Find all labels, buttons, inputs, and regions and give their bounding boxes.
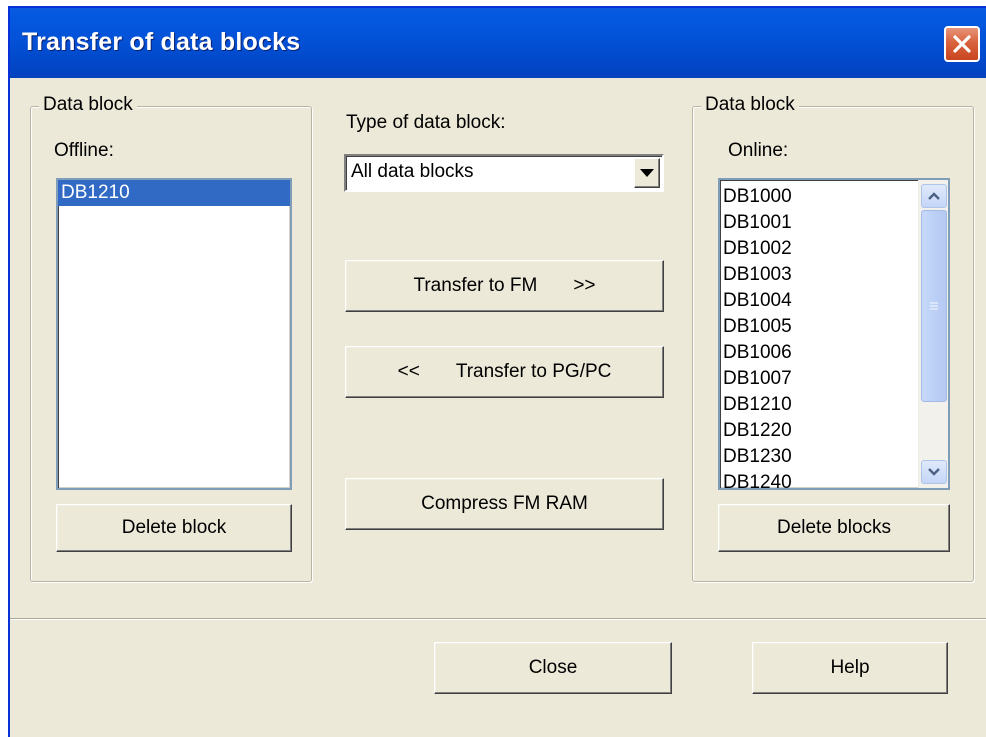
- transfer-to-fm-label: Transfer to FM: [413, 275, 538, 296]
- window-title: Transfer of data blocks: [22, 28, 301, 56]
- transfer-to-fm-button[interactable]: Transfer to FM >>: [345, 260, 664, 312]
- list-item[interactable]: DB1210: [58, 180, 290, 206]
- online-label: Online:: [728, 140, 789, 161]
- offline-block-list[interactable]: DB1210: [56, 178, 292, 490]
- scroll-thumb[interactable]: [921, 210, 947, 402]
- list-item[interactable]: DB1006: [720, 340, 918, 366]
- list-item[interactable]: DB1240: [720, 470, 918, 488]
- type-of-data-block-label: Type of data block:: [346, 112, 506, 133]
- delete-block-button[interactable]: Delete block: [56, 504, 292, 552]
- grip-icon: [930, 302, 938, 310]
- online-group-legend: Data block: [701, 94, 799, 116]
- compress-fm-ram-button[interactable]: Compress FM RAM: [345, 478, 664, 530]
- dropdown-arrow-button[interactable]: [634, 158, 660, 188]
- list-item[interactable]: DB1001: [720, 210, 918, 236]
- list-item[interactable]: DB1230: [720, 444, 918, 470]
- list-item[interactable]: DB1210: [720, 392, 918, 418]
- chevron-up-icon: [928, 192, 940, 200]
- list-item[interactable]: DB1004: [720, 288, 918, 314]
- close-button[interactable]: Close: [434, 642, 672, 694]
- transfer-to-fm-arrow: >>: [573, 275, 596, 296]
- scroll-down-button[interactable]: [921, 460, 947, 484]
- delete-blocks-button[interactable]: Delete blocks: [718, 504, 950, 552]
- online-block-list[interactable]: DB1000 DB1001 DB1002 DB1003 DB1004 DB1005 DB10…: [718, 178, 950, 490]
- chevron-down-icon: [928, 468, 940, 476]
- close-icon: [953, 35, 971, 53]
- dialog-client-area: Data block Offline: DB1210 Delete block …: [10, 78, 986, 737]
- scroll-up-button[interactable]: [921, 184, 947, 208]
- list-item[interactable]: DB1000: [720, 184, 918, 210]
- list-item[interactable]: DB1005: [720, 314, 918, 340]
- list-item[interactable]: DB1003: [720, 262, 918, 288]
- online-list-scrollbar[interactable]: [918, 180, 948, 488]
- list-item[interactable]: DB1002: [720, 236, 918, 262]
- dialog-window: Transfer of data blocks Data block Offli…: [8, 6, 986, 737]
- list-item[interactable]: DB1007: [720, 366, 918, 392]
- transfer-to-pg-pc-arrow: <<: [397, 361, 420, 382]
- online-list-items: DB1000 DB1001 DB1002 DB1003 DB1004 DB1005 DB10…: [720, 184, 918, 488]
- list-item[interactable]: DB1220: [720, 418, 918, 444]
- offline-group-legend: Data block: [39, 94, 137, 116]
- transfer-to-pg-pc-button[interactable]: << Transfer to PG/PC: [345, 346, 664, 398]
- triangle-down-icon: [640, 169, 654, 177]
- footer-separator: [10, 618, 986, 620]
- transfer-to-pg-pc-label: Transfer to PG/PC: [455, 361, 612, 382]
- data-block-type-value: All data blocks: [351, 161, 474, 182]
- help-button[interactable]: Help: [752, 642, 948, 694]
- offline-label: Offline:: [54, 140, 114, 161]
- data-block-type-dropdown[interactable]: All data blocks: [344, 154, 664, 192]
- close-window-button[interactable]: [944, 26, 980, 62]
- title-bar[interactable]: Transfer of data blocks: [10, 8, 986, 78]
